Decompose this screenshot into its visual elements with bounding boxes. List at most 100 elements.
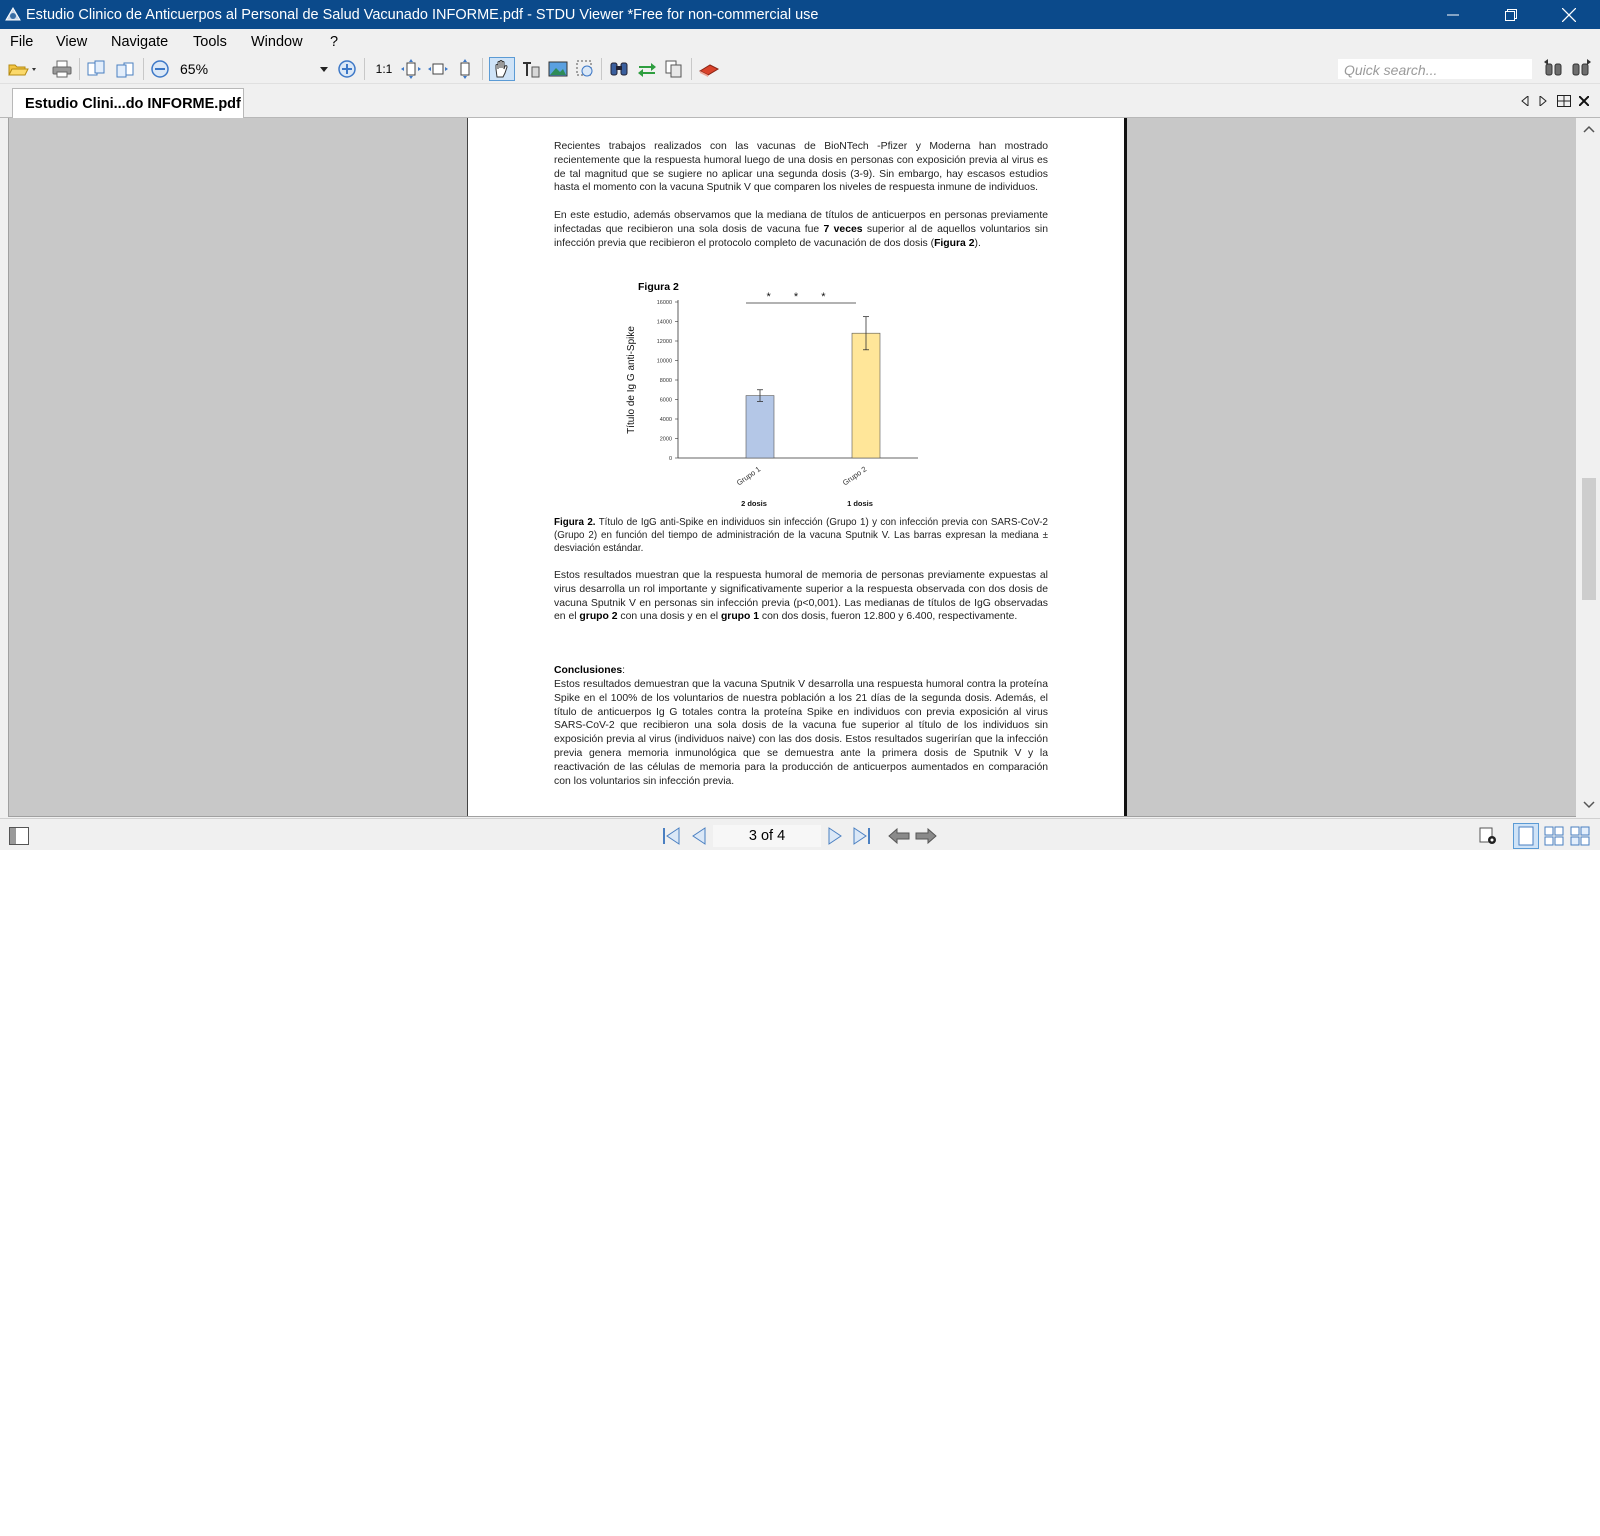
hand-tool-icon[interactable] xyxy=(489,57,515,81)
text-bold: Figura 2 xyxy=(934,237,975,249)
quick-search-placeholder: Quick search... xyxy=(1344,62,1438,78)
conclusions-heading: Conclusiones: xyxy=(554,664,1048,678)
toolbar-separator xyxy=(601,58,602,80)
menu-bar: File View Navigate Tools Window ? xyxy=(0,29,1600,54)
zoom-in-icon[interactable] xyxy=(336,58,358,80)
print-icon[interactable] xyxy=(51,58,73,80)
text-bold: 7 veces xyxy=(823,223,863,235)
navigate-back-icon[interactable] xyxy=(888,825,910,847)
x-sublabel: 1 dosis xyxy=(847,499,873,508)
navigate-forward-icon[interactable] xyxy=(915,825,937,847)
caption-label: Figura 2. xyxy=(554,517,596,528)
page-indicator[interactable]: 3 of 4 xyxy=(713,825,821,847)
paragraph-conclusions: Estos resultados demuestran que la vacun… xyxy=(554,679,1048,787)
next-view-icon[interactable] xyxy=(114,58,136,80)
first-page-icon[interactable] xyxy=(660,825,682,847)
toggle-sidebar-icon[interactable] xyxy=(8,825,30,847)
menu-tools[interactable]: Tools xyxy=(193,34,227,50)
find-next-icon[interactable] xyxy=(1570,58,1592,80)
highlight-eraser-icon[interactable] xyxy=(698,58,720,80)
zoom-out-icon[interactable] xyxy=(149,58,171,80)
paragraph-intro: Recientes trabajos realizados con las va… xyxy=(554,141,1048,194)
zoom-value: 65% xyxy=(180,61,209,77)
find-previous-icon[interactable] xyxy=(1543,58,1565,80)
scroll-up-icon[interactable] xyxy=(1583,124,1595,134)
y-tick-label: 12000 xyxy=(657,339,672,345)
zoom-select[interactable]: 65% xyxy=(174,58,332,80)
fit-page-icon[interactable] xyxy=(400,58,422,80)
menu-window[interactable]: Window xyxy=(251,34,303,50)
quick-search-input[interactable]: Quick search... xyxy=(1337,58,1533,80)
swap-arrows-icon[interactable] xyxy=(636,58,658,80)
document-tab[interactable]: Estudio Clini...do INFORME.pdf xyxy=(12,88,244,119)
open-file-icon[interactable] xyxy=(6,58,38,80)
text-run: ). xyxy=(974,237,981,249)
next-page-icon[interactable] xyxy=(824,825,846,847)
y-tick-label: 14000 xyxy=(657,320,672,326)
stdu-app-icon xyxy=(4,6,22,23)
status-bar: 3 of 4 xyxy=(0,818,1600,850)
page-settings-gear-icon[interactable] xyxy=(1478,825,1500,847)
y-tick-label: 10000 xyxy=(657,359,672,365)
snapshot-icon[interactable] xyxy=(574,58,596,80)
title-bar: Estudio Clinico de Anticuerpos al Person… xyxy=(0,0,1600,29)
conclusions-title: Conclusiones xyxy=(554,665,623,676)
document-tab-bar: Estudio Clini...do INFORME.pdf xyxy=(0,84,1600,119)
select-image-icon[interactable] xyxy=(547,58,569,80)
y-axis-label: Título de Ig G anti-Spike xyxy=(626,326,637,434)
find-binoculars-icon[interactable] xyxy=(608,58,630,80)
toolbar: 65% 1:1 Quick search... xyxy=(0,54,1600,84)
toolbar-separator xyxy=(691,58,692,80)
previous-view-icon[interactable] xyxy=(85,58,107,80)
close-tab-icon[interactable] xyxy=(1576,93,1592,109)
continuous-view-icon[interactable] xyxy=(1569,825,1591,847)
toolbar-separator xyxy=(79,58,80,80)
fit-width-icon[interactable] xyxy=(427,58,449,80)
last-page-icon[interactable] xyxy=(851,825,873,847)
toolbar-separator xyxy=(482,58,483,80)
minimize-button[interactable] xyxy=(1424,0,1482,29)
scrollbar-thumb[interactable] xyxy=(1582,478,1596,600)
app-window: Estudio Clinico de Anticuerpos al Person… xyxy=(0,0,1600,850)
close-window-button[interactable] xyxy=(1540,0,1598,29)
sidebar-collapsed-edge[interactable] xyxy=(0,118,8,818)
chevron-down-icon xyxy=(320,67,328,72)
vertical-scrollbar[interactable] xyxy=(1576,118,1600,818)
single-page-view-icon[interactable] xyxy=(1513,823,1539,849)
bar xyxy=(745,395,775,459)
text-bold: grupo 2 xyxy=(579,611,618,623)
y-tick-label: 16000 xyxy=(657,300,672,306)
y-tick-label: 0 xyxy=(669,456,672,462)
tab-scroll-left-icon[interactable] xyxy=(1517,93,1533,109)
menu-file[interactable]: File xyxy=(10,34,33,50)
y-tick-label: 4000 xyxy=(660,417,672,423)
x-category-label: Grupo 1 xyxy=(735,464,762,487)
actual-size-button[interactable]: 1:1 xyxy=(373,58,395,80)
window-title: Estudio Clinico de Anticuerpos al Person… xyxy=(26,7,819,23)
previous-page-icon[interactable] xyxy=(688,825,710,847)
fit-height-icon[interactable] xyxy=(454,58,476,80)
caption-text: Título de IgG anti-Spike en individuos s… xyxy=(554,517,1048,555)
tab-scroll-right-icon[interactable] xyxy=(1535,93,1551,109)
toolbar-separator xyxy=(143,58,144,80)
x-category-label: Grupo 2 xyxy=(841,464,868,487)
restore-button[interactable] xyxy=(1482,0,1540,29)
select-text-icon[interactable] xyxy=(520,58,542,80)
menu-view[interactable]: View xyxy=(56,34,87,50)
document-tab-label: Estudio Clini...do INFORME.pdf xyxy=(25,96,241,112)
x-sublabel: 2 dosis xyxy=(741,499,767,508)
copy-icon[interactable] xyxy=(663,58,685,80)
igg-bar-chart: 0 2000 4000 6000 8000 10000 12000 14000 16000 Tít… xyxy=(626,291,918,508)
y-tick-label: 8000 xyxy=(660,378,672,384)
y-tick-label: 6000 xyxy=(660,398,672,404)
menu-navigate[interactable]: Navigate xyxy=(111,34,168,50)
toolbar-separator xyxy=(364,58,365,80)
y-tick-label: 2000 xyxy=(660,437,672,443)
text-run: con una dosis y en el xyxy=(617,611,721,623)
menu-help[interactable]: ? xyxy=(330,34,338,50)
two-page-view-icon[interactable] xyxy=(1543,825,1565,847)
text-run: : xyxy=(622,665,626,676)
tab-list-icon[interactable] xyxy=(1556,93,1572,109)
document-viewer[interactable]: Recientes trabajos realizados con las va… xyxy=(8,118,1576,817)
scroll-down-icon[interactable] xyxy=(1583,800,1595,810)
